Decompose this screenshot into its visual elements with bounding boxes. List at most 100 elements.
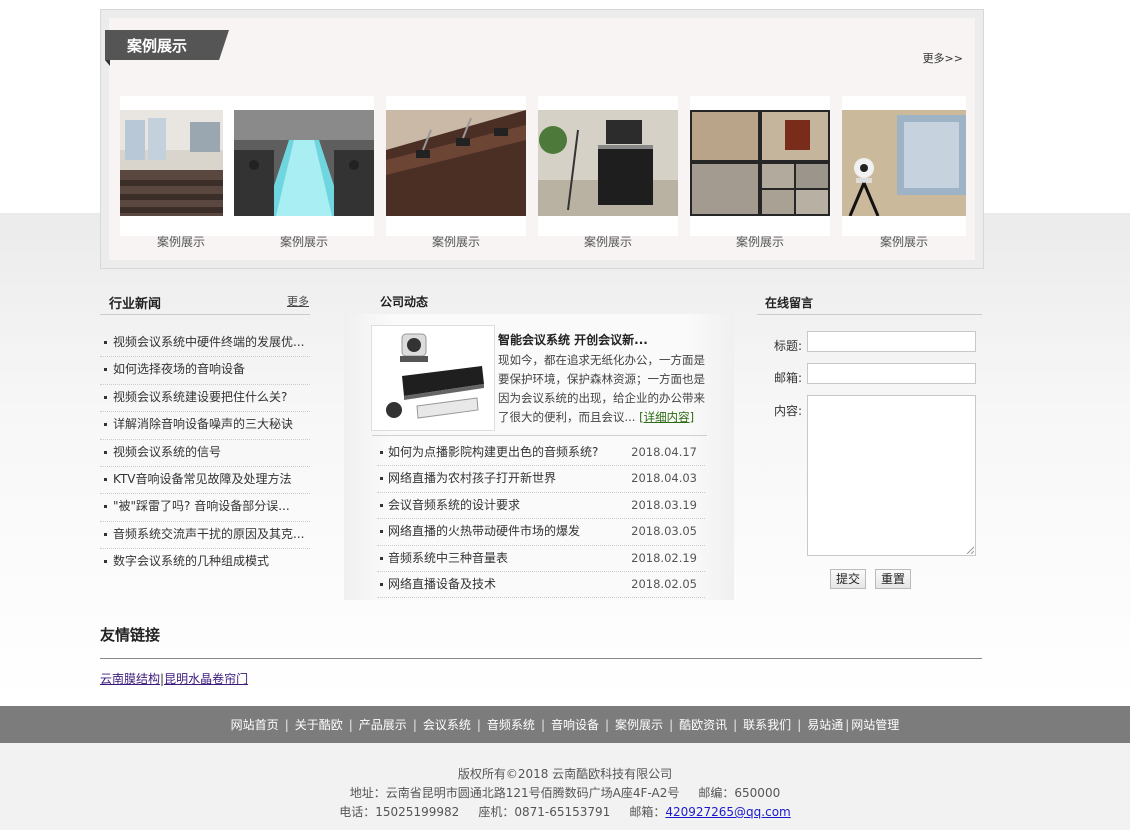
list-item[interactable]: 会议音频系统的设计要求 2018.03.19 — [377, 493, 705, 520]
footer-nav-speakers[interactable]: 音响设备 — [551, 716, 599, 733]
case-caption: 案例展示 — [431, 235, 480, 249]
list-item[interactable]: 网络直播设备及技术 2018.02.05 — [377, 572, 705, 599]
nav-separator: | — [605, 717, 610, 732]
company-news-list: 如何为点播影院构建更出色的音频系统? 2018.04.17 网络直播为农村孩子打开… — [377, 440, 705, 599]
list-item[interactable]: 网络直播的火热带动硬件市场的爆发 2018.03.05 — [377, 519, 705, 546]
list-item[interactable]: 视频会议系统的信号 — [100, 440, 310, 467]
list-item[interactable]: 网络直播为农村孩子打开新世界 2018.04.03 — [377, 466, 705, 493]
nav-separator: | — [412, 717, 417, 732]
nav-separator: | — [284, 717, 289, 732]
case-card[interactable]: 案例展示 — [690, 96, 830, 249]
case-caption: 案例展示 — [583, 235, 632, 249]
case-image[interactable] — [538, 110, 678, 216]
news-title[interactable]: 网络直播设备及技术 — [388, 577, 496, 591]
footer-nav-news[interactable]: 酷欧资讯 — [679, 716, 727, 733]
case-image[interactable] — [386, 110, 526, 216]
phone-text: 电话：15025199982 座机：0871-65153791 邮箱： — [339, 805, 666, 819]
case-image[interactable] — [842, 110, 966, 216]
industry-news-title: 行业新闻 — [109, 297, 162, 312]
list-item[interactable]: 如何选择夜场的音响设备 — [100, 357, 310, 385]
footer-nav-cases[interactable]: 案例展示 — [615, 716, 663, 733]
footer-nav-yizhantong[interactable]: 易站通 — [807, 716, 843, 733]
list-item[interactable]: 详解消除音响设备噪声的三大秘诀 — [100, 412, 310, 440]
email-label: 邮箱: — [774, 371, 803, 385]
nav-separator: | — [797, 717, 802, 732]
news-date: 2018.02.19 — [631, 550, 697, 565]
friend-link[interactable]: 昆明水晶卷帘门 — [164, 672, 248, 686]
news-title[interactable]: 网络直播的火热带动硬件市场的爆发 — [388, 524, 580, 538]
resize-grip-icon[interactable] — [966, 546, 974, 554]
industry-news-list: 视频会议系统中硬件终端的发展优... 如何选择夜场的音响设备 视频会议系统建设要… — [100, 330, 310, 576]
cases-title: 案例展示 — [127, 37, 188, 55]
case-image[interactable] — [234, 110, 374, 216]
footer-nav-contact[interactable]: 联系我们 — [743, 716, 791, 733]
case-caption: 案例展示 — [735, 235, 784, 249]
list-item[interactable]: 音频系统交流声干扰的原因及其克... — [100, 522, 310, 550]
case-caption: 案例展示 — [156, 235, 205, 249]
content-textarea[interactable] — [807, 395, 976, 556]
contact-line: 电话：15025199982 座机：0871-65153791 邮箱：42092… — [0, 803, 1130, 820]
list-item[interactable]: 视频会议系统建设要把住什么关? — [100, 385, 310, 413]
friend-links-title: 友情链接 — [100, 626, 161, 644]
footer-nav-home[interactable]: 网站首页 — [231, 716, 279, 733]
news-title[interactable]: 会议音频系统的设计要求 — [388, 498, 520, 512]
list-item[interactable]: 如何为点播影院构建更出色的音频系统? 2018.04.17 — [377, 440, 705, 467]
news-date: 2018.03.19 — [631, 497, 697, 512]
submit-button[interactable]: 提交 — [830, 569, 867, 589]
email-field[interactable] — [807, 363, 976, 384]
industry-divider — [100, 314, 310, 315]
footer-nav-products[interactable]: 产品展示 — [359, 716, 407, 733]
news-title[interactable]: 音频系统中三种音量表 — [388, 551, 508, 565]
email-link[interactable]: 420927265@qq.com — [665, 805, 790, 819]
case-caption: 案例展示 — [279, 235, 328, 249]
friend-links: 云南膜结构|昆明水晶卷帘门 — [100, 670, 248, 687]
footer-nav-conference[interactable]: 会议系统 — [423, 716, 471, 733]
nav-separator: | — [348, 717, 353, 732]
nav-separator: | — [733, 717, 738, 732]
cases-more-link[interactable]: 更多>> — [923, 50, 963, 66]
company-news-title: 公司动态 — [380, 295, 429, 309]
friend-link[interactable]: 云南膜结构 — [100, 672, 160, 686]
case-card[interactable]: 案例展示 — [386, 96, 526, 249]
news-title[interactable]: 如何为点播影院构建更出色的音频系统? — [388, 445, 598, 459]
featured-image[interactable] — [371, 325, 495, 431]
featured-detail-link[interactable]: [详细内容] — [639, 410, 694, 424]
featured-title[interactable]: 智能会议系统 开创会议新... — [498, 331, 648, 348]
news-date: 2018.02.05 — [631, 576, 697, 591]
featured-description: 现如今，都在追求无纸化办公，一方面是要保护环境，保护森林资源；一方面也是因为会议… — [498, 351, 708, 427]
cases-panel: 案例展示 更多>> 案例展示 案例展示 案例展示 案例展示 案例展示 案例展示 — [105, 18, 975, 260]
case-image[interactable] — [120, 110, 242, 216]
case-card[interactable]: 案例展示 — [234, 96, 374, 249]
case-card[interactable]: 案例展示 — [538, 96, 678, 249]
message-title: 在线留言 — [765, 296, 814, 310]
case-caption: 案例展示 — [879, 235, 928, 249]
nav-separator: | — [845, 717, 850, 732]
reset-button[interactable]: 重置 — [875, 569, 912, 589]
cases-tab: 案例展示 — [105, 30, 229, 60]
industry-more-link[interactable]: 更多 — [287, 293, 309, 309]
nav-separator: | — [540, 717, 545, 732]
nav-separator: | — [476, 717, 481, 732]
nav-separator: | — [669, 717, 674, 732]
friend-links-divider — [100, 658, 982, 659]
footer-nav-about[interactable]: 关于酷欧 — [295, 716, 343, 733]
footer-nav-admin[interactable]: 网站管理 — [851, 716, 899, 733]
list-item[interactable]: 数字会议系统的几种组成模式 — [100, 549, 310, 575]
footer-nav: 网站首页 | 关于酷欧 | 产品展示 | 会议系统 | 音频系统 | 音响设备 | 案例展示… — [0, 706, 1130, 743]
cases-tab-fold — [105, 60, 110, 66]
case-card[interactable]: 案例展示 — [120, 96, 242, 249]
footer-nav-audio[interactable]: 音频系统 — [487, 716, 535, 733]
list-item[interactable]: KTV音响设备常见故障及处理方法 — [100, 467, 310, 495]
case-card[interactable]: 案例展示 — [842, 96, 966, 249]
message-divider — [757, 314, 982, 315]
subject-label: 标题: — [774, 339, 803, 353]
copyright-text: 版权所有©2018 云南酷欧科技有限公司 — [457, 767, 673, 781]
case-image[interactable] — [690, 110, 830, 216]
news-title[interactable]: 网络直播为农村孩子打开新世界 — [388, 471, 556, 485]
list-item[interactable]: 音频系统中三种音量表 2018.02.19 — [377, 546, 705, 572]
news-date: 2018.03.05 — [631, 524, 697, 539]
list-item[interactable]: 视频会议系统中硬件终端的发展优... — [100, 330, 310, 358]
address-text: 地址：云南省昆明市圆通北路121号佰腾数码广场A座4F-A2号 邮编：65000… — [349, 786, 781, 800]
subject-input[interactable] — [807, 331, 976, 352]
list-item[interactable]: "被"踩雷了吗? 音响设备部分误... — [100, 494, 310, 522]
